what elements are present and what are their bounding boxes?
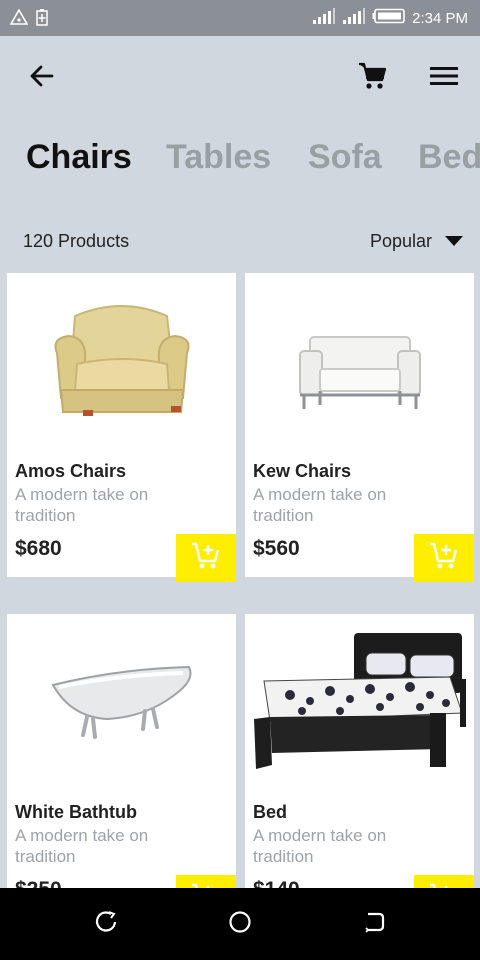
product-name: Bed: [253, 802, 288, 822]
product-price: $560: [253, 537, 300, 560]
warning-triangle-icon: [9, 8, 29, 30]
battery-icon: [372, 8, 406, 28]
back-arrow-icon: [28, 62, 56, 95]
product-name: Amos Chairs: [15, 461, 127, 481]
add-to-cart-icon: [428, 540, 460, 577]
app-bar: [0, 36, 480, 120]
tab-tables[interactable]: Tables: [166, 138, 271, 177]
signal-icon: [342, 7, 366, 29]
tab-sofa[interactable]: Sofa: [308, 138, 382, 177]
add-to-cart-icon: [190, 540, 222, 577]
product-description: A modern take on tradition: [253, 826, 387, 866]
add-to-cart-icon: [190, 881, 222, 888]
dropdown-arrow-icon: [444, 231, 464, 252]
product-price: $680: [15, 537, 62, 560]
hamburger-menu-icon: [429, 65, 459, 92]
category-tabs: Chairs Tables Sofa Bed: [0, 130, 480, 190]
add-to-cart-icon: [428, 881, 460, 888]
home-button[interactable]: [226, 910, 254, 938]
product-image-white-chair: [245, 273, 474, 453]
filter-row: 120 Products Popular: [0, 222, 480, 262]
cart-icon: [357, 61, 387, 96]
back-nav-icon: [362, 910, 386, 939]
add-to-cart-button[interactable]: [176, 875, 236, 888]
product-card[interactable]: White Bathtub A modern take on tradition…: [7, 614, 236, 888]
status-time: 2:34 PM: [412, 9, 468, 27]
add-to-cart-button[interactable]: [414, 534, 474, 582]
status-right-icons: 2:34 PM: [312, 7, 468, 29]
add-to-cart-button[interactable]: [414, 875, 474, 888]
product-count: 120 Products: [23, 231, 130, 251]
home-circle-icon: [228, 910, 252, 939]
product-card[interactable]: Bed A modern take on tradition $140: [245, 614, 474, 888]
product-price: $250: [15, 878, 62, 888]
status-left-icons: [9, 8, 48, 31]
product-image-bed: [245, 614, 474, 794]
cart-button[interactable]: [350, 56, 394, 100]
recent-apps-button[interactable]: [92, 910, 120, 938]
add-to-cart-button[interactable]: [176, 534, 236, 582]
product-card[interactable]: Amos Chairs A modern take on tradition $…: [7, 273, 236, 582]
tab-bed[interactable]: Bed: [418, 138, 480, 177]
product-price: $140: [253, 878, 300, 888]
back-nav-button[interactable]: [360, 910, 388, 938]
menu-button[interactable]: [422, 56, 466, 100]
signal-icon: [312, 7, 336, 29]
product-description: A modern take on tradition: [253, 485, 387, 525]
recent-apps-icon: [94, 910, 118, 939]
system-nav-bar: [0, 888, 480, 960]
product-name: White Bathtub: [15, 802, 137, 822]
product-name: Kew Chairs: [253, 461, 352, 481]
status-bar: 2:34 PM: [0, 0, 480, 36]
back-button[interactable]: [20, 56, 64, 100]
product-image-armchair: [7, 273, 236, 453]
product-image-bathtub: [7, 614, 236, 794]
product-grid: Amos Chairs A modern take on tradition $…: [0, 273, 480, 888]
product-description: A modern take on tradition: [15, 826, 149, 866]
product-description: A modern take on tradition: [15, 485, 149, 525]
sort-label: Popular: [369, 231, 432, 251]
sort-dropdown[interactable]: Popular: [366, 228, 468, 255]
product-card[interactable]: Kew Chairs A modern take on tradition $5…: [245, 273, 474, 582]
battery-saver-icon: [36, 8, 48, 31]
tab-chairs[interactable]: Chairs: [26, 138, 132, 177]
